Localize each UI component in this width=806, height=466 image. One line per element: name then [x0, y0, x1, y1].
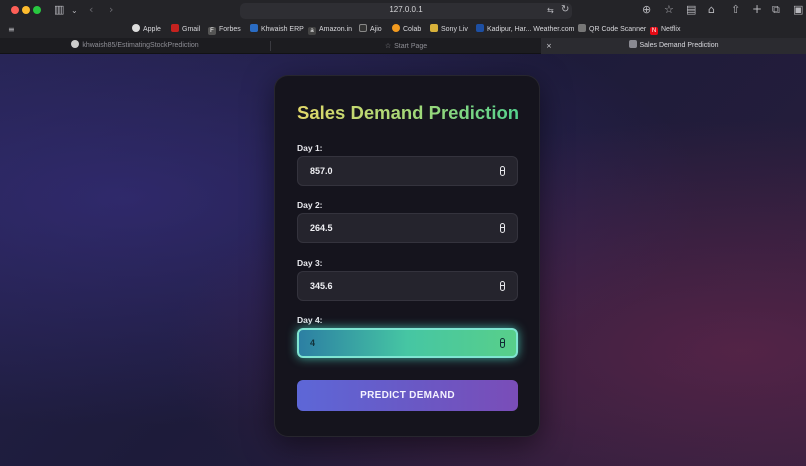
weather-icon	[476, 24, 484, 32]
bookmark-ajio[interactable]: Ajio	[359, 24, 382, 35]
reload-icon[interactable]: ↻	[561, 4, 569, 16]
bookmark-gmail[interactable]: Gmail	[171, 24, 200, 35]
share-icon[interactable]: ⇧	[731, 4, 740, 16]
bookmark-colab[interactable]: Colab	[392, 24, 421, 35]
gmail-icon	[171, 24, 179, 32]
star-icon: ☆	[384, 42, 392, 50]
day-4-stepper-icon[interactable]	[500, 338, 505, 348]
day-2-input[interactable]: 264.5	[297, 213, 518, 243]
netflix-icon: N	[650, 27, 658, 35]
download-icon[interactable]: ⊕	[642, 4, 651, 16]
day-3-value: 345.6	[310, 281, 333, 291]
day-1-input[interactable]: 857.0	[297, 156, 518, 186]
day-1-label: Day 1:	[297, 143, 323, 153]
sonyliv-icon	[430, 24, 438, 32]
bookmark-star-icon[interactable]: ☆	[664, 4, 674, 16]
bookmark-weather[interactable]: Kadipur, Har... Weather.com	[476, 24, 574, 35]
zoom-window-button[interactable]	[33, 6, 41, 14]
minimize-window-button[interactable]	[22, 6, 30, 14]
bookmark-forbes[interactable]: F Forbes	[208, 24, 241, 35]
colab-icon	[392, 24, 400, 32]
window-titlebar: ▥ ⌄ ‹ › ≡ 127.0.0.1 ⇆ ↻ ⊕ ☆ ▤ ⌂ ⇧ + ⧉ ▣	[0, 0, 806, 21]
qr-icon	[578, 24, 586, 32]
day-2-label: Day 2:	[297, 200, 323, 210]
github-icon	[71, 40, 80, 48]
day-1-value: 857.0	[310, 166, 333, 176]
tab-start-page[interactable]: ☆ Start Page	[271, 38, 541, 54]
home-icon[interactable]: ⌂	[708, 4, 715, 16]
amazon-icon: a	[308, 27, 316, 35]
erp-icon	[250, 24, 258, 32]
close-tab-icon[interactable]: ×	[546, 38, 552, 54]
reading-list-icon[interactable]: ▤	[686, 4, 696, 16]
day-4-value: 4	[310, 338, 316, 348]
sidebar-toggle-icon[interactable]: ▥	[54, 4, 64, 16]
day-3-label: Day 3:	[297, 258, 323, 268]
bookmarks-bar: ≡ Apple Gmail F Forbes Khwaish ERP a Amazo…	[0, 21, 806, 38]
page-icon	[628, 40, 637, 48]
day-2-stepper-icon[interactable]	[500, 223, 505, 233]
page-title: Sales Demand Prediction	[297, 102, 520, 123]
bookmark-netflix[interactable]: N Netflix	[650, 24, 680, 35]
bookmark-amazon[interactable]: a Amazon.in	[308, 24, 352, 35]
back-icon[interactable]: ‹	[89, 4, 93, 16]
chevron-down-icon[interactable]: ⌄	[71, 5, 78, 17]
day-3-input[interactable]: 345.6	[297, 271, 518, 301]
tab-bar: khwaish85/EstimatingStockPrediction ☆ Sta…	[0, 38, 806, 54]
tab-sales-demand[interactable]: × Sales Demand Prediction	[541, 38, 806, 54]
tab-github[interactable]: khwaish85/EstimatingStockPrediction	[0, 38, 270, 54]
predict-demand-button[interactable]: PREDICT DEMAND	[297, 380, 518, 411]
bookmark-sonyliv[interactable]: Sony Liv	[430, 24, 468, 35]
address-url: 127.0.0.1	[389, 5, 423, 14]
day-4-label: Day 4:	[297, 315, 323, 325]
prediction-card: Sales Demand Prediction Day 1: 857.0 Day…	[274, 75, 540, 437]
page-viewport: Sales Demand Prediction Day 1: 857.0 Day…	[0, 54, 806, 466]
day-3-stepper-icon[interactable]	[500, 281, 505, 291]
day-1-stepper-icon[interactable]	[500, 166, 505, 176]
translate-icon[interactable]: ⇆	[547, 5, 554, 17]
tab-overview-icon[interactable]: ⧉	[772, 4, 780, 16]
day-2-value: 264.5	[310, 223, 333, 233]
bookmark-erp[interactable]: Khwaish ERP	[250, 24, 304, 35]
menu-icon[interactable]: ≡	[8, 24, 15, 36]
bookmark-qr[interactable]: QR Code Scanner	[578, 24, 646, 35]
bookmark-apple[interactable]: Apple	[132, 24, 161, 35]
forward-icon[interactable]: ›	[109, 4, 113, 16]
ajio-icon	[359, 24, 367, 32]
new-tab-icon[interactable]: +	[752, 3, 762, 15]
day-4-input[interactable]: 4	[297, 328, 518, 358]
forbes-icon: F	[208, 27, 216, 35]
address-bar[interactable]: 127.0.0.1	[240, 3, 572, 19]
apple-icon	[132, 24, 140, 32]
sidebar-right-icon[interactable]: ▣	[793, 4, 803, 16]
close-window-button[interactable]	[11, 6, 19, 14]
